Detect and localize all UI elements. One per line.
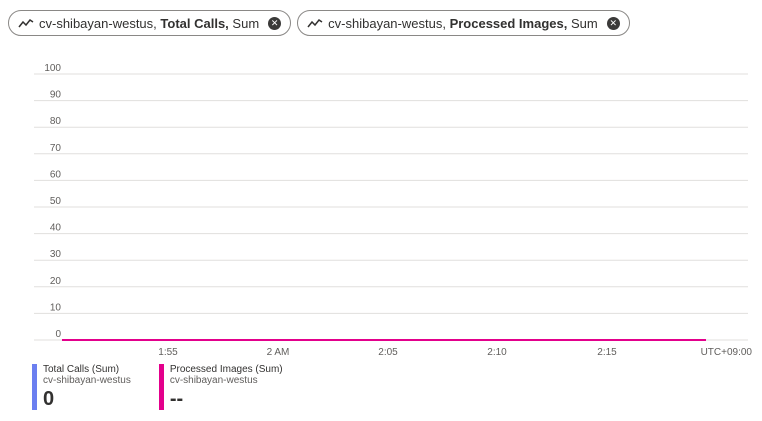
x-tick-label: 2:15 (597, 347, 617, 358)
line-chart-icon (18, 18, 34, 28)
metric-chart: 0 10 20 30 40 50 60 70 80 90 100 1:55 2 AM 2:05 2:10 2:… (34, 63, 753, 358)
x-tick-label: 1:55 (158, 347, 178, 358)
x-tick-label: 2 AM (267, 347, 290, 358)
pill-metric: Total Calls, (160, 15, 229, 31)
legend-resource: cv-shibayan-westus (169, 375, 258, 386)
y-tick-label: 60 (50, 169, 62, 180)
y-tick-label: 20 (50, 276, 62, 287)
legend-item-total-calls[interactable]: Total Calls (Sum) cv-shibayan-westus 0 (32, 364, 131, 410)
metric-pill-total-calls[interactable]: cv-shibayan-westus, Total Calls, Sum ✕ (8, 10, 292, 36)
pill-aggregation: Sum (570, 15, 598, 31)
y-tick-label: 70 (50, 143, 62, 154)
metric-pills: cv-shibayan-westus, Total Calls, Sum ✕ c… (8, 10, 630, 36)
legend-color-bar (158, 364, 164, 410)
legend-title: Processed Images (Sum) (169, 364, 283, 375)
pill-resource: cv-shibayan-westus, (39, 15, 157, 31)
x-tick-label: 2:10 (487, 347, 507, 358)
pill-resource: cv-shibayan-westus, (328, 15, 446, 31)
legend-value: 0 (43, 388, 55, 410)
legend-color-bar (32, 364, 37, 410)
legend-resource: cv-shibayan-westus (43, 375, 131, 386)
line-chart-icon (307, 18, 323, 28)
close-icon[interactable]: ✕ (606, 16, 620, 30)
y-tick-label: 80 (50, 116, 62, 127)
y-tick-label: 10 (50, 302, 62, 313)
chart-legend: Total Calls (Sum) cv-shibayan-westus 0 P… (32, 364, 311, 410)
y-tick-label: 30 (50, 249, 62, 260)
y-tick-label: 40 (50, 223, 62, 234)
x-tick-label: 2:05 (378, 347, 398, 358)
y-tick-label: 100 (44, 63, 61, 74)
metric-pill-processed-images[interactable]: cv-shibayan-westus, Processed Images, Su… (297, 10, 630, 36)
pill-aggregation: Sum (232, 15, 260, 31)
y-tick-label: 50 (50, 196, 62, 207)
y-tick-label: 0 (55, 329, 61, 340)
timezone-label: UTC+09:00 (701, 347, 753, 358)
legend-title: Total Calls (Sum) (43, 364, 120, 375)
legend-item-processed-images[interactable]: Processed Images (Sum) cv-shibayan-westu… (158, 364, 283, 410)
legend-value: -- (169, 388, 184, 410)
y-tick-label: 90 (50, 90, 62, 101)
pill-metric: Processed Images, (449, 15, 568, 31)
close-icon[interactable]: ✕ (268, 16, 282, 30)
